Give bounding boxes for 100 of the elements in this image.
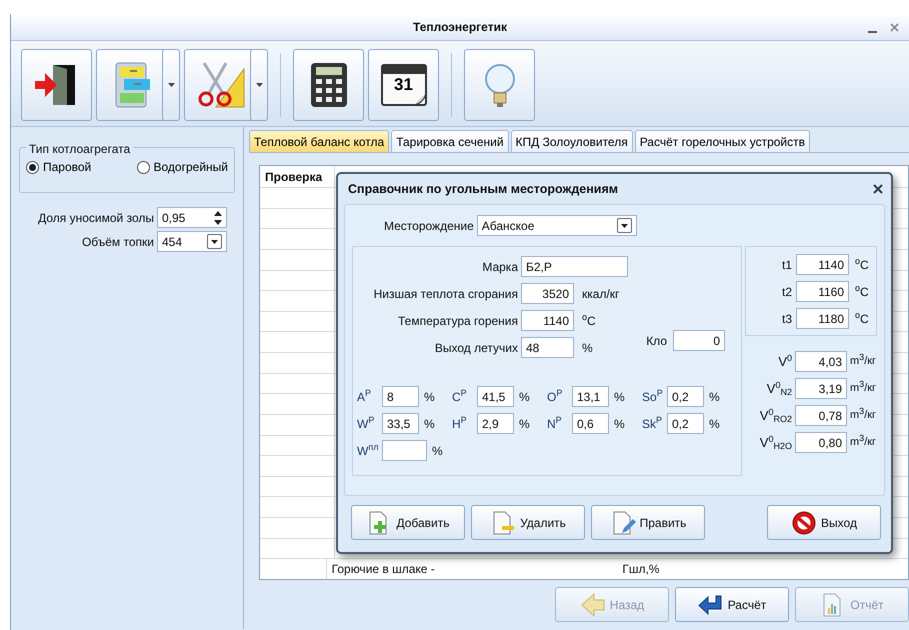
field-value: 0,95	[162, 210, 186, 226]
dialog-button[interactable]: Выход	[767, 505, 881, 540]
spinner-icon	[214, 210, 222, 224]
caret-icon	[168, 83, 174, 87]
unit-label: %	[709, 388, 720, 406]
field-value: 1140	[818, 256, 844, 274]
field-label: Марка	[481, 258, 519, 276]
field-value: 3,19	[818, 380, 842, 398]
action-button[interactable]: Расчёт	[675, 587, 789, 622]
caret-icon	[620, 224, 628, 228]
field-value: Б2,Р	[526, 258, 552, 276]
field-value: 0,6	[577, 416, 594, 432]
field-value: 0,78	[818, 408, 842, 424]
input-field[interactable]: 1160	[796, 281, 849, 302]
input-field[interactable]: 0,6	[572, 413, 609, 434]
dropdown-button[interactable]	[207, 234, 222, 249]
toolbar-button[interactable]	[21, 49, 92, 121]
input-field[interactable]: 41,5	[477, 386, 514, 407]
dropdown-button[interactable]	[616, 218, 632, 233]
field-label: Кло	[646, 332, 667, 350]
field-value: 3520	[542, 286, 569, 302]
field-value: 0,2	[672, 388, 689, 406]
window-title: Теплоэнергетик	[413, 19, 507, 36]
unit-label: %	[614, 416, 625, 432]
input-field[interactable]: 3,19	[795, 378, 847, 399]
symbol-label: W$^{пл}$	[357, 442, 380, 460]
radio-option[interactable]: Паровой	[26, 158, 92, 176]
toolbar-button[interactable]	[293, 49, 364, 121]
input-field[interactable]: 1140	[796, 254, 849, 275]
input-field[interactable]: 0	[673, 330, 725, 351]
input-field[interactable]: 0,2	[667, 413, 704, 434]
column-header: Проверка	[265, 168, 322, 186]
input-field[interactable]: 2,9	[477, 413, 514, 434]
field-label: Доля уносимой золы	[38, 210, 154, 226]
close-icon	[873, 184, 883, 194]
field-value: 454	[162, 234, 182, 250]
caret-icon	[256, 83, 262, 87]
unit-label: ккал/кг	[582, 286, 620, 302]
field-value: 0,2	[672, 416, 689, 432]
input-field[interactable]: 48	[521, 337, 574, 358]
radio-option[interactable]: Водогрейный	[136, 158, 228, 176]
tab[interactable]: КПД Золоуловителя	[510, 130, 633, 152]
tab[interactable]: Расчёт горелочных устройств	[634, 130, 810, 152]
minimize-icon	[868, 31, 877, 33]
input-field[interactable]: 4,03	[795, 351, 847, 372]
field-label: Месторождение	[384, 218, 474, 234]
radio-label: Паровой	[43, 159, 92, 176]
unit-label: m$^{3}$/кг	[850, 434, 876, 450]
unit-label: $^{o}$C	[855, 282, 869, 300]
field-value: 8	[387, 388, 394, 406]
unit-label: m$^{3}$/кг	[850, 380, 876, 396]
field-label: Выход летучих	[434, 340, 519, 356]
unit-label: $^{o}$C	[855, 256, 869, 274]
unit-label: m$^{3}$/кг	[850, 407, 876, 424]
symbol-label: O$^{P}$	[547, 388, 564, 406]
radio-button[interactable]	[136, 160, 150, 174]
input-field[interactable]: 8	[382, 386, 419, 407]
input-field[interactable]: 1180	[796, 308, 849, 329]
symbol-label: Sk$^{P}$	[642, 414, 664, 432]
field-value: 1160	[818, 284, 844, 300]
unit-label: %	[424, 416, 435, 432]
unit-label: m$^{3}$/кг	[850, 353, 876, 370]
input-field[interactable]: 0,2	[667, 386, 704, 407]
symbol-label: H$^{P}$	[452, 414, 468, 432]
dialog-button[interactable]: Править	[591, 505, 705, 540]
input-field[interactable]: 0,95	[157, 207, 227, 228]
field-value: 13,1	[577, 388, 600, 406]
toolbar-button[interactable]: 31	[368, 49, 439, 121]
input-field[interactable]: 0,80	[795, 432, 847, 453]
symbol-label: A$^{P}$	[357, 388, 372, 406]
input-field[interactable]: 3520	[521, 283, 574, 304]
symbol-label: N$^{P}$	[547, 414, 563, 432]
field-value: 33,5	[387, 416, 410, 432]
tab[interactable]: Тепловой баланс котла	[249, 130, 390, 152]
input-field[interactable]: 1140	[521, 310, 574, 331]
radio-button[interactable]	[26, 160, 39, 174]
tab[interactable]: Тарировка сечений	[391, 130, 509, 152]
field-value: Абанское	[482, 218, 534, 234]
input-field[interactable]	[382, 440, 427, 461]
unit-label: %	[519, 416, 530, 432]
input-field[interactable]: 13,1	[572, 386, 609, 407]
input-field[interactable]: 0,78	[795, 405, 847, 426]
unit-label: %	[614, 388, 625, 406]
input-field[interactable]: Б2,Р	[521, 256, 628, 277]
close-icon	[890, 23, 899, 32]
calendar-day: 31	[378, 75, 430, 95]
dropdown-field[interactable]: Абанское	[476, 215, 637, 236]
input-field[interactable]: 33,5	[382, 413, 419, 434]
dialog-button[interactable]: Удалить	[471, 505, 585, 540]
dialog-button[interactable]: Добавить	[351, 505, 465, 540]
input-field[interactable]: 454	[157, 231, 227, 252]
dialog-title: Справочник по угольным месторождениям	[348, 180, 618, 198]
field-label: t3	[780, 310, 793, 328]
table-cell-text: Горючие в шлаке -	[332, 561, 435, 578]
field-value: 0	[713, 332, 720, 350]
unit-label: %	[582, 340, 593, 356]
table-cell-text: Гшл,%	[622, 561, 660, 578]
radio-label: Водогрейный	[154, 159, 228, 176]
field-label: t2	[780, 284, 793, 300]
field-label: t1	[780, 256, 793, 274]
